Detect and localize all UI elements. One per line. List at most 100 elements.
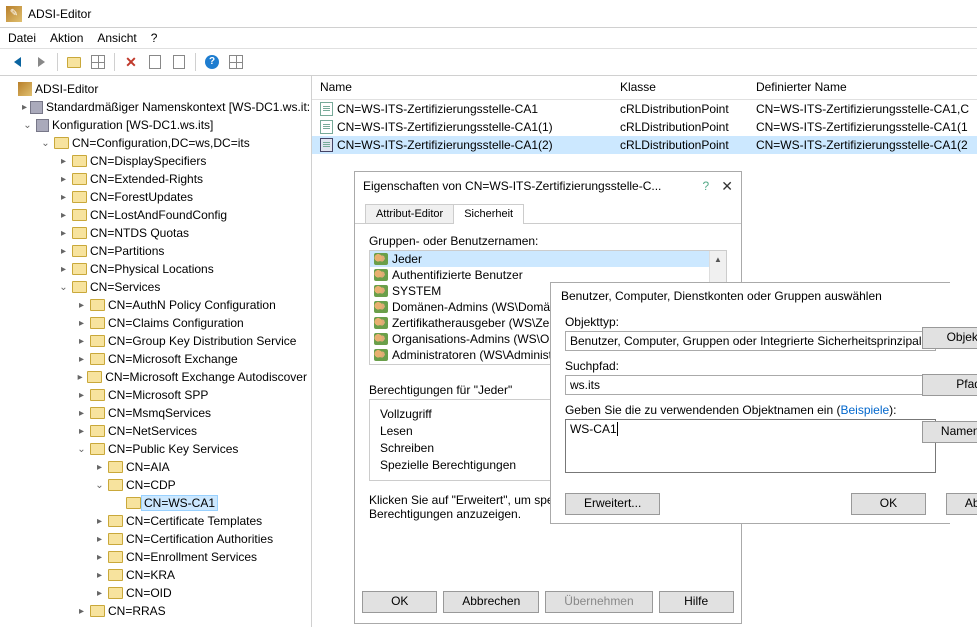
- tree-item[interactable]: CN=WS-CA1: [141, 495, 218, 511]
- tree-item[interactable]: CN=ForestUpdates: [90, 190, 193, 204]
- tree-item[interactable]: CN=Extended-Rights: [90, 172, 203, 186]
- col-klasse[interactable]: Klasse: [612, 76, 748, 99]
- delete-button[interactable]: ✕: [120, 51, 142, 73]
- expand-icon[interactable]: ▸: [94, 516, 105, 527]
- tree-item[interactable]: CN=Public Key Services: [108, 442, 238, 456]
- tree-ctx2[interactable]: Konfiguration [WS-DC1.ws.its]: [52, 118, 213, 132]
- tree-item[interactable]: CN=Certification Authorities: [126, 532, 273, 546]
- expand-icon[interactable]: ▸: [76, 606, 87, 617]
- menu-help[interactable]: ?: [151, 31, 158, 45]
- properties-icon[interactable]: [87, 51, 109, 73]
- picker-advanced-button[interactable]: Erweitert...: [565, 493, 660, 515]
- tree-item[interactable]: CN=Services: [90, 280, 160, 294]
- tree-item[interactable]: CN=CDP: [126, 478, 176, 492]
- refresh-icon[interactable]: [168, 51, 190, 73]
- expand-icon[interactable]: ▸: [94, 462, 105, 473]
- help-button[interactable]: ?: [201, 51, 223, 73]
- list-row[interactable]: CN=WS-ITS-Zertifizierungsstelle-CA1 cRLD…: [312, 100, 977, 118]
- help-icon[interactable]: ?: [703, 179, 710, 193]
- list-row[interactable]: CN=WS-ITS-Zertifizierungsstelle-CA1(1) c…: [312, 118, 977, 136]
- tree-item[interactable]: CN=Certificate Templates: [126, 514, 262, 528]
- people-icon: [374, 253, 388, 265]
- grid-icon[interactable]: [225, 51, 247, 73]
- tree-item[interactable]: CN=MsmqServices: [108, 406, 211, 420]
- tab-attribute-editor[interactable]: Attribut-Editor: [365, 204, 454, 224]
- expand-icon[interactable]: ▸: [76, 354, 87, 365]
- tree-item[interactable]: CN=Physical Locations: [90, 262, 214, 276]
- help-button[interactable]: Hilfe: [659, 591, 734, 613]
- expand-icon[interactable]: ▸: [58, 246, 69, 257]
- tree-cfg[interactable]: CN=Configuration,DC=ws,DC=its: [72, 136, 250, 150]
- expand-icon[interactable]: ▸: [58, 264, 69, 275]
- tree-item[interactable]: CN=Enrollment Services: [126, 550, 257, 564]
- examples-link[interactable]: Beispiele: [840, 403, 889, 417]
- menu-view[interactable]: Ansicht: [97, 31, 136, 45]
- expand-icon[interactable]: ▸: [76, 300, 87, 311]
- ok-button[interactable]: OK: [362, 591, 437, 613]
- tree-item[interactable]: CN=Microsoft Exchange: [108, 352, 238, 366]
- forward-button[interactable]: [30, 51, 52, 73]
- tree-ctx1[interactable]: Standardmäßiger Namenskontext [WS-DC1.ws…: [46, 100, 310, 114]
- check-names-button[interactable]: Namen übe: [922, 421, 977, 443]
- tree-pane[interactable]: ADSI-Editor ▸ Standardmäßiger Namenskonte…: [0, 76, 312, 627]
- dialog-titlebar[interactable]: Eigenschaften von CN=WS-ITS-Zertifizieru…: [355, 172, 741, 200]
- tab-security[interactable]: Sicherheit: [453, 204, 524, 224]
- tree-item[interactable]: CN=Microsoft Exchange Autodiscover: [105, 370, 307, 384]
- picker-cancel-button[interactable]: Abbrec: [946, 493, 977, 515]
- list-row[interactable]: CN=WS-ITS-Zertifizierungsstelle-CA1(2) c…: [312, 136, 977, 154]
- col-def[interactable]: Definierter Name: [748, 76, 977, 99]
- page-icon[interactable]: [144, 51, 166, 73]
- expand-icon[interactable]: ▸: [94, 552, 105, 563]
- tree-item[interactable]: CN=AuthN Policy Configuration: [108, 298, 276, 312]
- expand-icon[interactable]: ▸: [58, 174, 69, 185]
- col-name[interactable]: Name: [312, 76, 612, 99]
- collapse-icon[interactable]: ⌄: [40, 138, 51, 149]
- scroll-up-icon[interactable]: ▲: [710, 251, 726, 268]
- menu-action[interactable]: Aktion: [50, 31, 83, 45]
- apply-button[interactable]: Übernehmen: [545, 591, 652, 613]
- tree-item[interactable]: CN=Group Key Distribution Service: [108, 334, 296, 348]
- expand-icon[interactable]: ▸: [58, 228, 69, 239]
- expand-icon[interactable]: ▸: [76, 372, 84, 383]
- tree-root[interactable]: ADSI-Editor: [35, 82, 98, 96]
- tree-item[interactable]: CN=KRA: [126, 568, 175, 582]
- group-row[interactable]: Authentifizierte Benutzer: [370, 267, 726, 283]
- expand-icon[interactable]: ▸: [76, 336, 87, 347]
- people-icon: [374, 333, 388, 345]
- expand-icon[interactable]: ▸: [58, 210, 69, 221]
- paths-button[interactable]: Pfade: [922, 374, 977, 396]
- expand-icon[interactable]: ▸: [76, 318, 87, 329]
- expand-icon[interactable]: ▸: [94, 588, 105, 599]
- collapse-icon[interactable]: ⌄: [76, 444, 87, 455]
- expand-icon[interactable]: ▸: [22, 102, 27, 113]
- picker-ok-button[interactable]: OK: [851, 493, 926, 515]
- tree-item[interactable]: CN=NetServices: [108, 424, 197, 438]
- collapse-icon[interactable]: ⌄: [58, 282, 69, 293]
- tree-item[interactable]: CN=RRAS: [108, 604, 166, 618]
- expand-icon[interactable]: ▸: [94, 534, 105, 545]
- expand-icon[interactable]: ▸: [76, 408, 87, 419]
- tree-item[interactable]: CN=DisplaySpecifiers: [90, 154, 206, 168]
- back-button[interactable]: [6, 51, 28, 73]
- tree-item[interactable]: CN=NTDS Quotas: [90, 226, 189, 240]
- menu-file[interactable]: Datei: [8, 31, 36, 45]
- tree-item[interactable]: CN=AIA: [126, 460, 170, 474]
- tree-item[interactable]: CN=Microsoft SPP: [108, 388, 208, 402]
- group-row[interactable]: Jeder: [370, 251, 726, 267]
- objectnames-input[interactable]: WS-CA1: [565, 419, 936, 473]
- expand-icon[interactable]: ▸: [76, 390, 87, 401]
- collapse-icon[interactable]: ⌄: [94, 480, 105, 491]
- close-icon[interactable]: ✕: [721, 178, 733, 195]
- cancel-button[interactable]: Abbrechen: [443, 591, 539, 613]
- tree-item[interactable]: CN=Claims Configuration: [108, 316, 244, 330]
- up-button[interactable]: [63, 51, 85, 73]
- tree-item[interactable]: CN=LostAndFoundConfig: [90, 208, 227, 222]
- expand-icon[interactable]: ▸: [58, 192, 69, 203]
- collapse-icon[interactable]: ⌄: [22, 120, 33, 131]
- expand-icon[interactable]: ▸: [94, 570, 105, 581]
- objecttypes-button[interactable]: Objekttyp: [922, 327, 977, 349]
- tree-item[interactable]: CN=OID: [126, 586, 172, 600]
- tree-item[interactable]: CN=Partitions: [90, 244, 164, 258]
- expand-icon[interactable]: ▸: [58, 156, 69, 167]
- expand-icon[interactable]: ▸: [76, 426, 87, 437]
